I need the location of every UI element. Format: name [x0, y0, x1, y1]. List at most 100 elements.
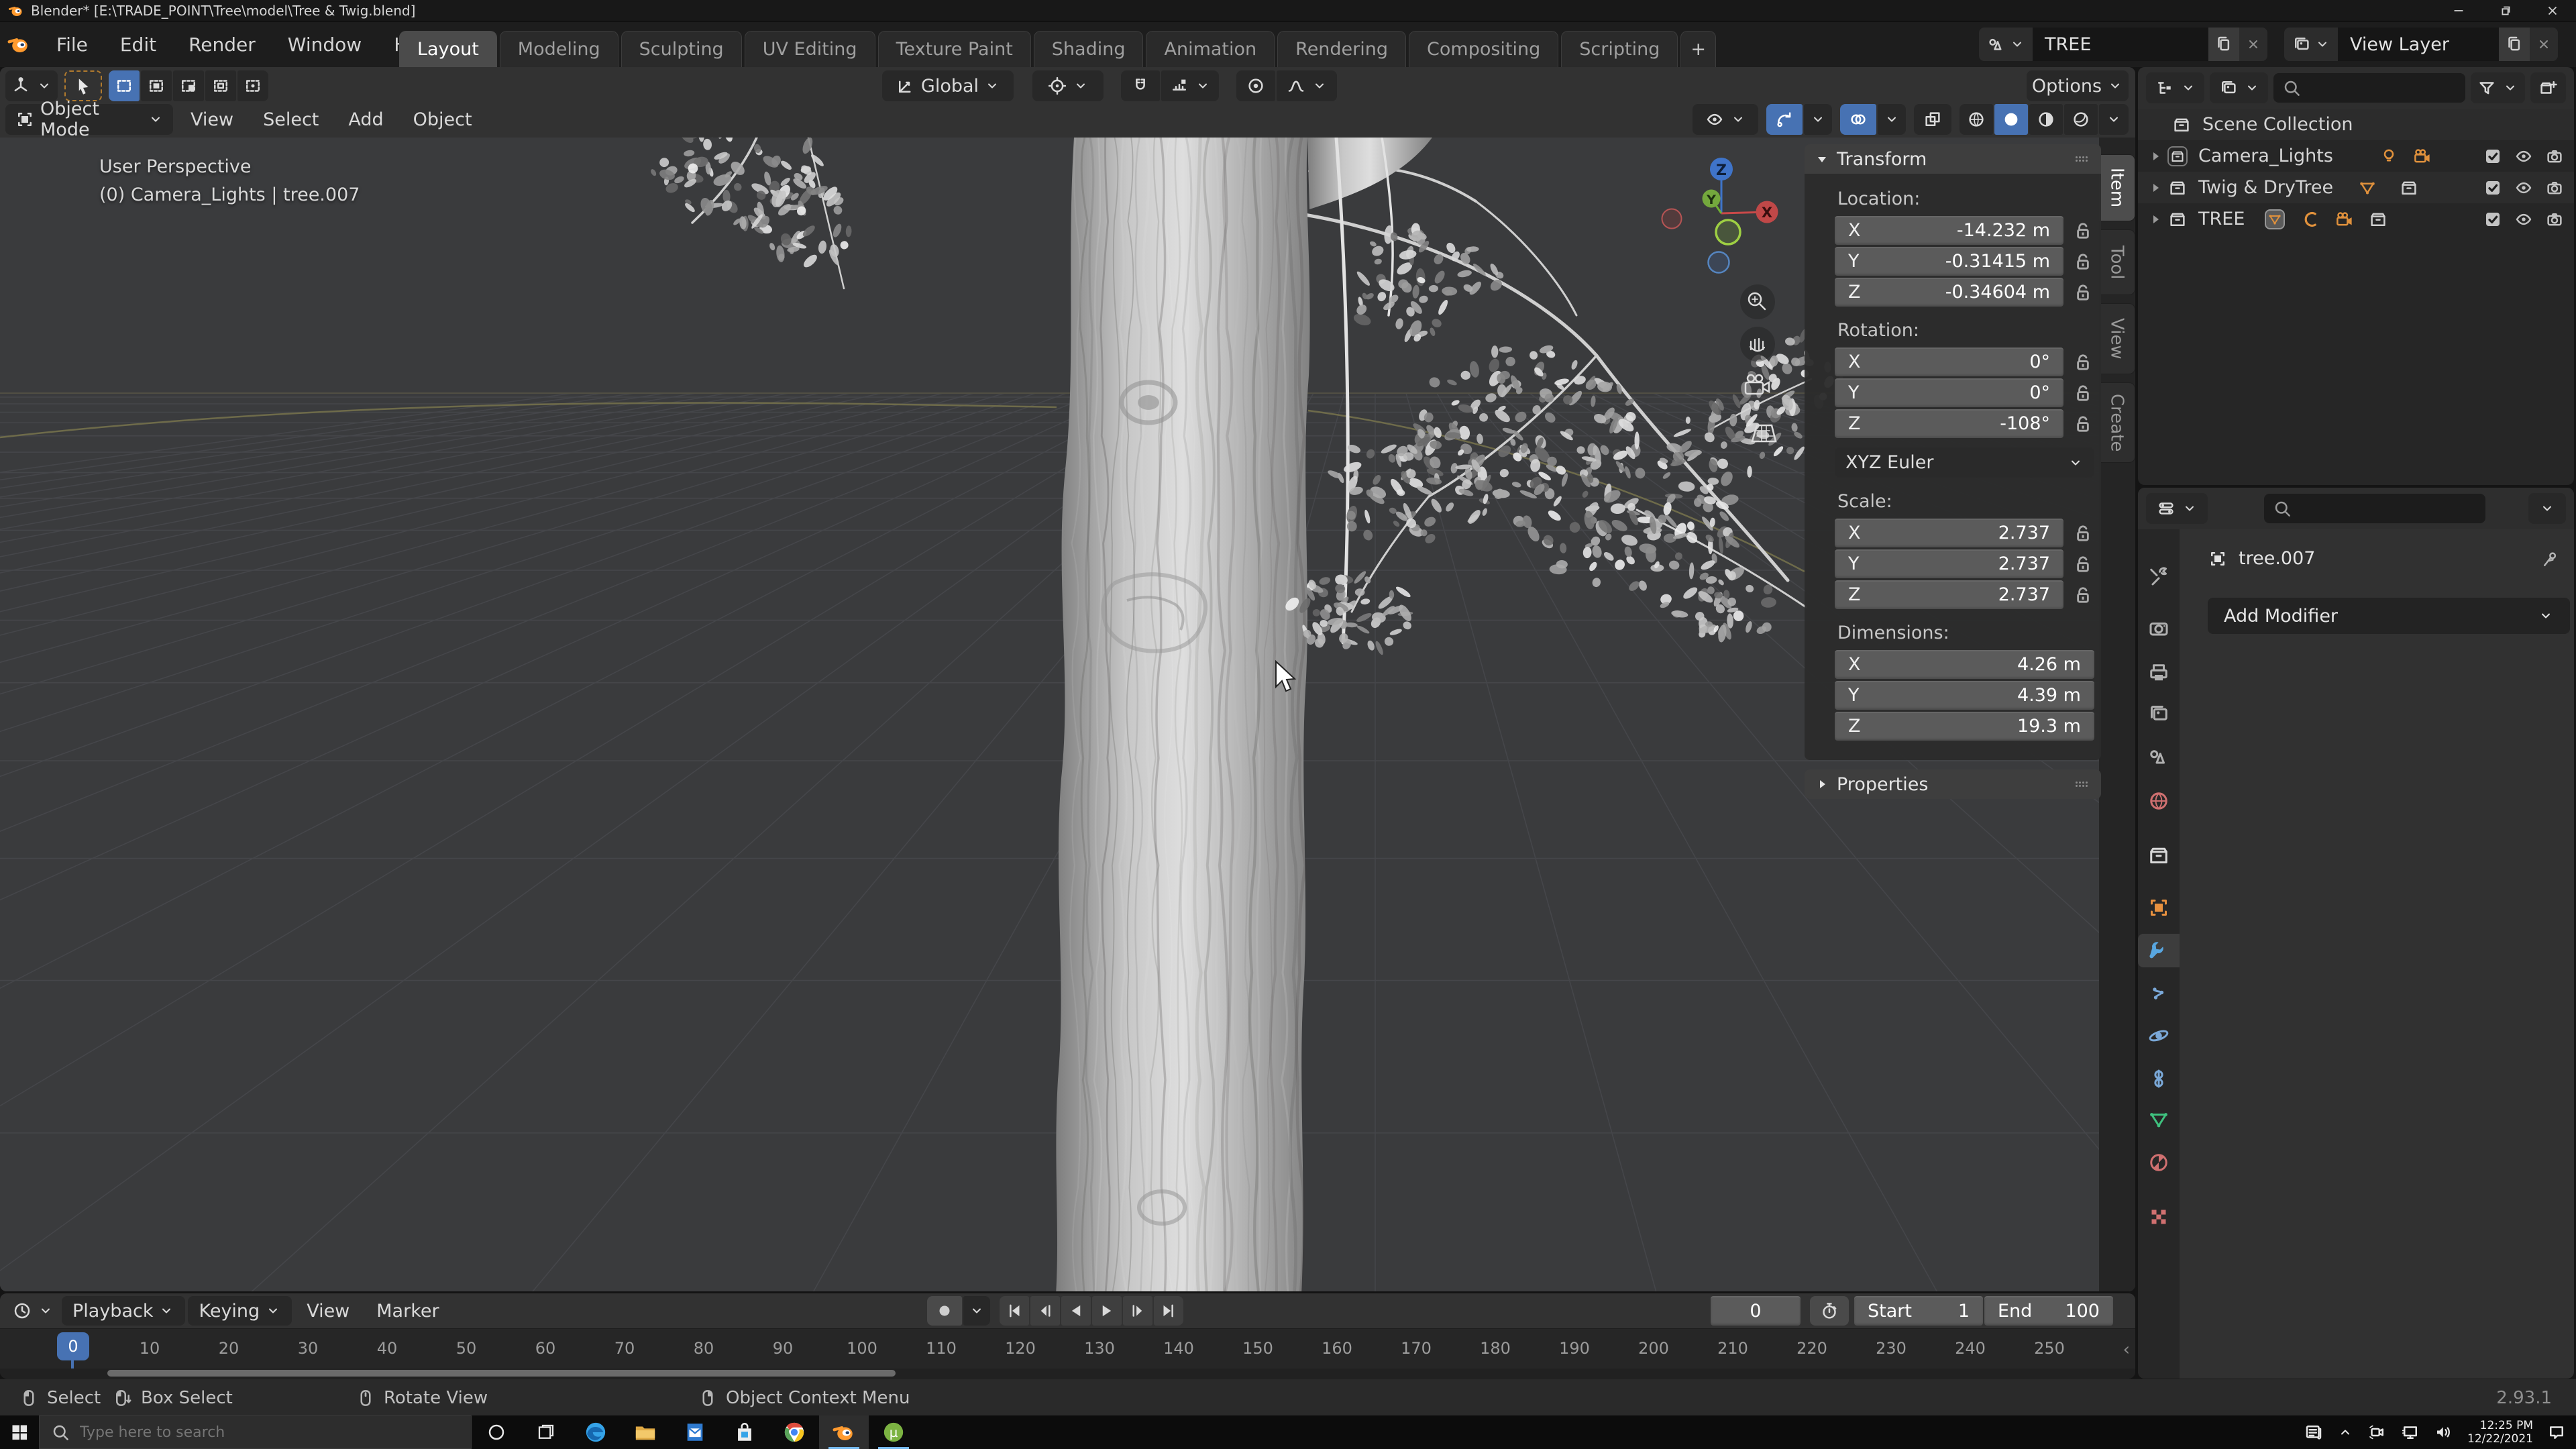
shading-wireframe[interactable]	[1960, 104, 1993, 135]
add-workspace-button[interactable]: +	[1680, 31, 1716, 67]
remove-view-layer-button[interactable]	[2530, 28, 2558, 61]
tab-shading[interactable]: Shading	[1033, 31, 1144, 67]
end-frame-field[interactable]: End 100	[1984, 1296, 2113, 1326]
shading-settings-dropdown[interactable]	[2099, 104, 2129, 135]
timeline-menu-view[interactable]: View	[294, 1295, 362, 1326]
tab-render[interactable]	[2142, 612, 2176, 645]
dimensions-y-field[interactable]: Y 4.39 m	[1835, 681, 2094, 710]
shading-material-preview[interactable]	[2029, 104, 2063, 135]
object-visibility-dropdown[interactable]	[1693, 104, 1758, 135]
show-gizmo-toggle[interactable]	[1766, 104, 1803, 135]
lock-icon[interactable]	[2072, 382, 2094, 405]
tab-output[interactable]	[2142, 656, 2176, 690]
dimensions-x-field[interactable]: X 4.26 m	[1835, 650, 2094, 679]
outliner-row-twig-drytree[interactable]: Twig & DryTree	[2138, 172, 2574, 203]
tab-object[interactable]	[2142, 891, 2176, 924]
active-tool-select-box[interactable]	[64, 70, 102, 101]
tab-scripting[interactable]: Scripting	[1561, 31, 1678, 67]
disable-in-renders-toggle[interactable]	[2544, 146, 2565, 166]
tab-sculpting[interactable]: Sculpting	[621, 31, 742, 67]
store-icon[interactable]	[720, 1415, 769, 1449]
network-icon[interactable]	[2400, 1422, 2420, 1442]
outliner-row-tree[interactable]: TREE	[2138, 203, 2574, 235]
jump-to-end-button[interactable]	[1154, 1296, 1183, 1326]
unlink-scene-button[interactable]	[2239, 28, 2267, 61]
3d-viewport[interactable]: Global Options Object Mode View Select A…	[0, 67, 2135, 1291]
location-x-field[interactable]: X -14.232 m	[1835, 216, 2063, 245]
tab-texture[interactable]	[2142, 1200, 2176, 1234]
tab-world[interactable]	[2142, 784, 2176, 818]
timeline-scrollbar-thumb[interactable]	[107, 1370, 896, 1377]
minimize-button[interactable]	[2435, 0, 2482, 21]
auto-keying-settings[interactable]	[963, 1296, 990, 1326]
lock-icon[interactable]	[2072, 281, 2094, 304]
timeline-scrollbar[interactable]	[0, 1368, 2135, 1378]
lock-icon[interactable]	[2072, 584, 2094, 606]
select-mode-intersect[interactable]	[237, 70, 268, 101]
play-button[interactable]	[1092, 1296, 1122, 1326]
properties-editor-type-button[interactable]	[2146, 493, 2208, 524]
proportional-edit-toggle[interactable]	[1236, 70, 1275, 101]
tab-animation[interactable]: Animation	[1146, 31, 1275, 67]
expand-icon[interactable]	[2147, 148, 2163, 164]
view-layer-name-field[interactable]: View Layer	[2338, 28, 2499, 61]
task-view-icon[interactable]	[521, 1415, 571, 1449]
timeline-editor-type-button[interactable]	[7, 1296, 59, 1326]
properties-options-dropdown[interactable]	[2528, 493, 2566, 524]
current-frame-indicator[interactable]: 0	[57, 1332, 89, 1360]
menu-edit[interactable]: Edit	[104, 34, 172, 56]
cortana-icon[interactable]	[472, 1415, 521, 1449]
tab-layout[interactable]: Layout	[399, 31, 497, 67]
tab-compositing[interactable]: Compositing	[1409, 31, 1559, 67]
rotation-mode-dropdown[interactable]: XYZ Euler	[1835, 447, 2094, 478]
transform-panel-header[interactable]: Transform	[1805, 144, 2101, 174]
tray-expand-icon[interactable]	[2337, 1424, 2353, 1440]
tray-camera-icon[interactable]	[2367, 1422, 2387, 1442]
select-mode-subtract[interactable]	[173, 70, 204, 101]
tab-particles[interactable]	[2142, 977, 2176, 1010]
tab-modeling[interactable]: Modeling	[499, 31, 619, 67]
pan-button[interactable]	[1740, 327, 1775, 362]
previous-keyframe-button[interactable]	[1030, 1296, 1060, 1326]
expand-icon[interactable]	[2147, 211, 2163, 227]
tab-view-layer[interactable]	[2142, 697, 2176, 731]
edge-icon[interactable]	[571, 1415, 621, 1449]
xray-toggle[interactable]	[1914, 104, 1951, 135]
file-explorer-icon[interactable]	[621, 1415, 670, 1449]
tab-uv-editing[interactable]: UV Editing	[744, 31, 875, 67]
expand-icon[interactable]	[2147, 180, 2163, 196]
tab-constraints[interactable]	[2142, 1062, 2176, 1095]
sidebar-tab-item[interactable]: Item	[2099, 154, 2135, 221]
lock-icon[interactable]	[2072, 351, 2094, 374]
breadcrumb-object-name[interactable]: tree.007	[2239, 548, 2315, 569]
properties-search[interactable]	[2264, 494, 2485, 523]
use-preview-range-toggle[interactable]	[1810, 1296, 1849, 1326]
mode-dropdown[interactable]: Object Mode	[5, 99, 173, 140]
tray-clock[interactable]: 12:25 PM 12/22/2021	[2467, 1419, 2533, 1446]
dimensions-z-field[interactable]: Z 19.3 m	[1835, 712, 2094, 741]
hide-in-viewport-toggle[interactable]	[2514, 178, 2534, 198]
close-button[interactable]	[2529, 0, 2576, 21]
lock-icon[interactable]	[2072, 250, 2094, 273]
keying-menu[interactable]: Keying	[188, 1296, 292, 1326]
snap-toggle[interactable]	[1121, 70, 1160, 101]
sidebar-tab-view[interactable]: View	[2099, 303, 2135, 374]
viewport-menu-add[interactable]: Add	[336, 104, 395, 135]
outliner-filter-dropdown[interactable]	[2470, 72, 2525, 103]
restore-button[interactable]	[2482, 0, 2529, 21]
tab-modifiers[interactable]	[2138, 934, 2180, 967]
lock-icon[interactable]	[2072, 219, 2094, 242]
location-y-field[interactable]: Y -0.31415 m	[1835, 247, 2063, 276]
select-mode-extend[interactable]	[141, 70, 172, 101]
tab-collection[interactable]	[2142, 839, 2176, 872]
properties-panel-header[interactable]: Properties	[1805, 769, 2101, 799]
add-modifier-dropdown[interactable]: Add Modifier	[2208, 598, 2570, 634]
options-dropdown[interactable]: Options	[2027, 70, 2129, 101]
timeline-ruler[interactable]: 0102030405060708090100110120130140150160…	[0, 1328, 2135, 1369]
new-collection-button[interactable]	[2530, 72, 2566, 103]
gizmo-x-neg-axis[interactable]	[1661, 208, 1682, 229]
menu-window[interactable]: Window	[272, 34, 378, 56]
disable-in-renders-toggle[interactable]	[2544, 209, 2565, 229]
gizmo-settings-dropdown[interactable]	[1804, 104, 1832, 135]
notification-icon[interactable]	[2546, 1422, 2567, 1442]
